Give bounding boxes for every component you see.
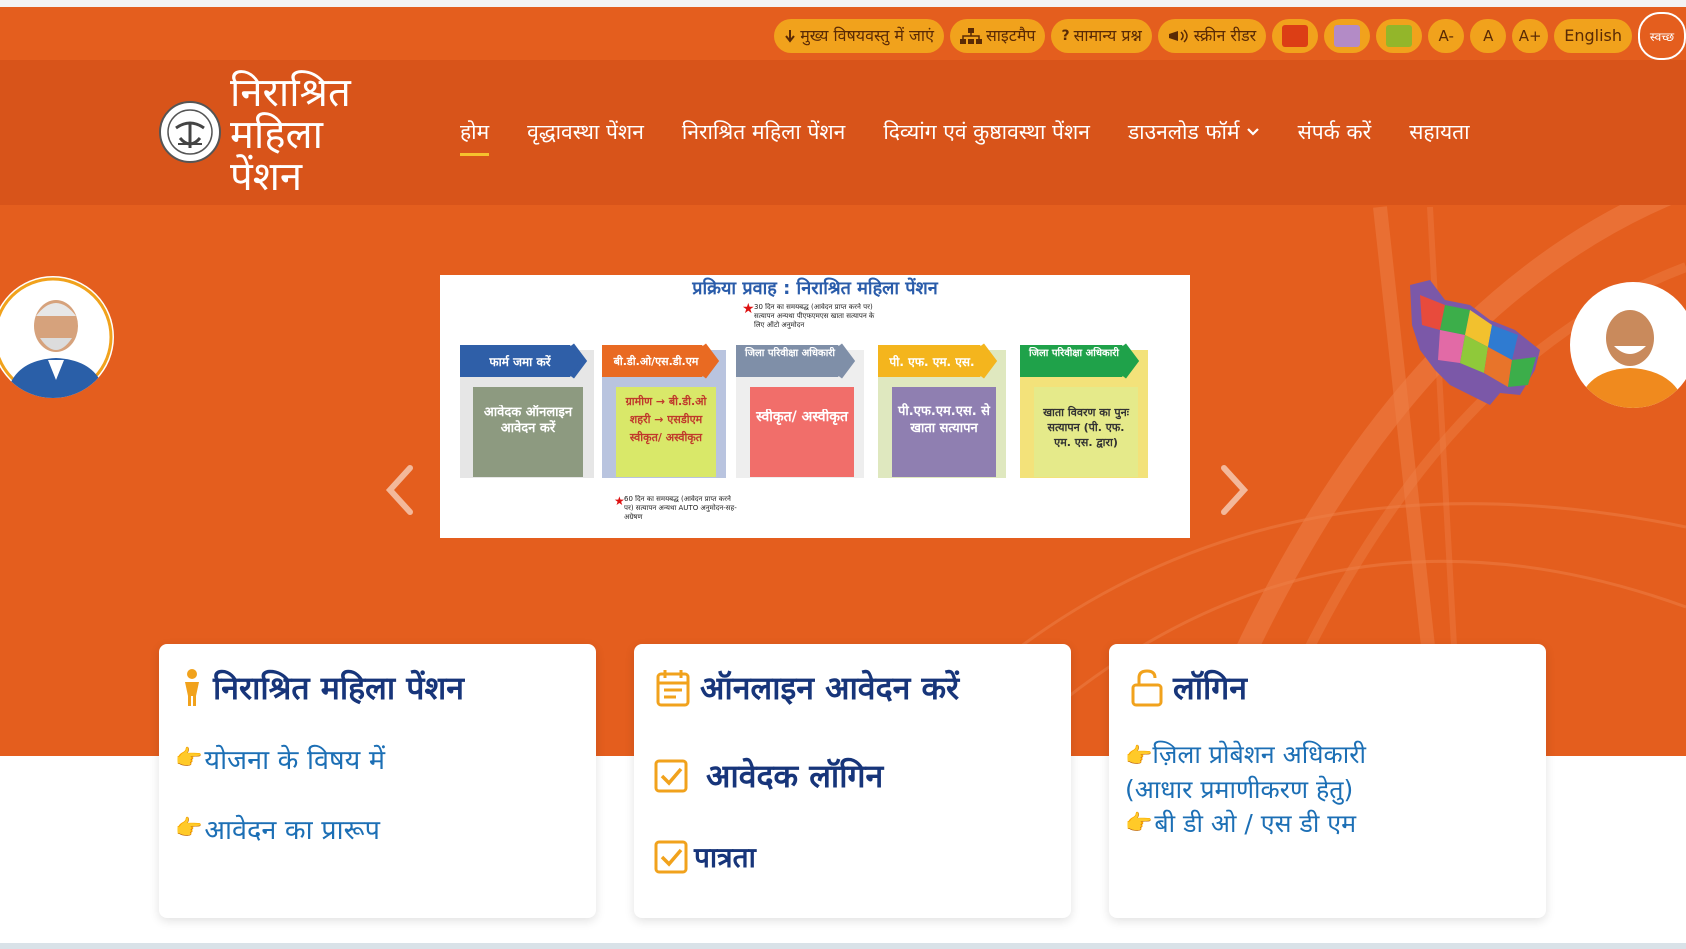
process-flow-graphic: प्रक्रिया प्रवाह : निराश्रित महिला पेंशन… <box>460 277 1148 521</box>
pointing-hand-icon: 👉 <box>175 746 203 771</box>
up-state-map <box>1410 280 1540 405</box>
application-format-label: आवेदन का प्रारूप <box>204 815 380 846</box>
bdo-sdm-login-label: बी डी ओ / एस डी एम <box>1154 809 1357 838</box>
application-format-link[interactable]: 👉 आवेदन का प्रारूप <box>175 810 380 847</box>
sitemap-label: साइटमैप <box>985 26 1036 45</box>
brand-line: निराश्रित <box>230 70 351 116</box>
step-header: पी. एफ. एम. एस. <box>889 355 974 369</box>
checkbox-checked-icon <box>654 759 688 792</box>
nav-women-pension[interactable]: निराश्रित महिला पेंशन <box>682 118 845 146</box>
eligibility-label: पात्रता <box>694 841 756 874</box>
nav-help[interactable]: सहायता <box>1409 118 1469 146</box>
screen-reader-icon <box>1168 29 1188 43</box>
theme-green-button[interactable] <box>1376 19 1423 53</box>
brand-title[interactable]: निराश्रित महिला पेंशन <box>230 72 351 198</box>
login-card: लॉगिन 👉ज़िला प्रोबेशन अधिकारी (आधार प्रम… <box>1109 644 1546 918</box>
dpo-login-link[interactable]: 👉ज़िला प्रोबेशन अधिकारी (आधार प्रमाणीकरण… <box>1125 738 1435 806</box>
nav-download-form[interactable]: डाउनलोड फॉर्म <box>1128 118 1260 146</box>
portrait-image <box>1573 285 1686 408</box>
calendar-icon <box>656 669 690 706</box>
login-card-title: लॉगिन <box>1131 666 1247 709</box>
about-scheme-label: योजना के विषय में <box>204 745 385 776</box>
star-icon: ★ <box>742 301 755 317</box>
dpo-login-label: ज़िला प्रोबेशन अधिकारी (आधार प्रमाणीकरण … <box>1125 740 1366 804</box>
question-icon: ? <box>1061 28 1070 44</box>
slide-note-top: 30 दिन का समयबद्ध (आवेदन प्राप्त करने पर… <box>754 303 874 329</box>
applicant-login-link[interactable]: आवेदक लॉगिन <box>654 754 883 797</box>
nav-contact[interactable]: संपर्क करें <box>1298 118 1372 146</box>
font-normal-button[interactable]: A <box>1470 19 1507 53</box>
online-apply-card-title-text: ऑनलाइन आवेदन करें <box>700 669 960 707</box>
scheme-card-title-text: निराश्रित महिला पेंशन <box>213 669 464 707</box>
main-nav: होम वृद्धावस्था पेंशन निराश्रित महिला पे… <box>460 118 1508 156</box>
carousel-prev-button[interactable] <box>380 460 420 520</box>
bottom-strip <box>0 943 1686 949</box>
font-increase-button[interactable]: A+ <box>1512 19 1549 53</box>
language-button[interactable]: English <box>1554 19 1632 53</box>
applicant-login-label: आवेदक लॉगिन <box>706 757 884 795</box>
online-apply-card-title: ऑनलाइन आवेदन करें <box>656 666 959 709</box>
skip-to-main-button[interactable]: मुख्य विषयवस्तु में जाएं <box>774 19 944 53</box>
faq-label: सामान्य प्रश्न <box>1073 26 1142 45</box>
sitemap-icon <box>959 28 982 44</box>
screen-reader-button[interactable]: स्क्रीन रीडर <box>1157 19 1267 53</box>
cm-portrait <box>1570 282 1686 408</box>
arrow-down-icon <box>785 30 795 43</box>
scheme-card-title: निराश्रित महिला पेंशन <box>181 666 464 709</box>
skip-to-main-label: मुख्य विषयवस्तु में जाएं <box>800 26 934 45</box>
nav-divyang-pension[interactable]: दिव्यांग एवं कुष्ठावस्था पेंशन <box>883 118 1090 146</box>
nav-download-label: डाउनलोड फॉर्म <box>1127 120 1240 144</box>
step-body: स्वीकृत/ अस्वीकृत <box>756 409 848 425</box>
theme-purple-button[interactable] <box>1324 19 1371 53</box>
login-card-title-text: लॉगिन <box>1173 669 1248 707</box>
step-body: ग्रामीण → बी.डी.ओ शहरी → एसडीएम स्वीकृत/… <box>626 395 707 444</box>
chevron-down-icon <box>1246 128 1259 136</box>
theme-swatch <box>1334 25 1361 47</box>
unlock-icon <box>1131 668 1163 706</box>
pointing-hand-icon: 👉 <box>175 816 203 841</box>
step-body: पी.एफ.एम.एस. से खाता सत्यापन <box>898 404 990 436</box>
online-apply-card: ऑनलाइन आवेदन करें आवेदक लॉगिन पात्रता <box>634 644 1071 918</box>
eligibility-link[interactable]: पात्रता <box>654 838 756 876</box>
slide-note-bottom: 60 दिन का समयबद्ध (आवेदन प्राप्त करने पर… <box>624 495 737 521</box>
nav-old-age-pension[interactable]: वृद्धावस्था पेंशन <box>527 118 644 146</box>
step-header: फार्म जमा करें <box>489 355 550 369</box>
woman-icon <box>185 668 199 706</box>
faq-button[interactable]: ? सामान्य प्रश्न <box>1051 19 1152 53</box>
scheme-card: निराश्रित महिला पेंशन 👉 योजना के विषय मे… <box>159 644 596 918</box>
step-body: आवेदक ऑनलाइन आवेदन करें <box>484 405 572 436</box>
pointing-hand-icon: 👉 <box>1125 744 1153 769</box>
nav-home[interactable]: होम <box>460 118 490 156</box>
sitemap-button[interactable]: साइटमैप <box>949 19 1046 53</box>
swachh-logo: स्वच्छ <box>1638 12 1686 60</box>
theme-swatch <box>1386 25 1413 47</box>
brand-line: पेंशन <box>230 154 303 200</box>
theme-red-button[interactable] <box>1272 19 1319 53</box>
carousel-next-button[interactable] <box>1214 460 1254 520</box>
slide-title: प्रक्रिया प्रवाह : निराश्रित महिला पेंशन <box>691 277 938 299</box>
brand-line: महिला <box>230 112 323 158</box>
step-header: जिला परिवीक्षा अधिकारी <box>745 348 835 359</box>
top-strip <box>0 0 1686 7</box>
font-decrease-button[interactable]: A- <box>1428 19 1465 53</box>
step-header: बी.डी.ओ/एस.डी.एम <box>614 355 699 368</box>
process-flow-slide: प्रक्रिया प्रवाह : निराश्रित महिला पेंशन… <box>440 275 1190 538</box>
screen-reader-label: स्क्रीन रीडर <box>1193 26 1257 45</box>
bdo-sdm-login-link[interactable]: 👉 बी डी ओ / एस डी एम <box>1125 806 1356 840</box>
step-header: जिला परिवीक्षा अधिकारी <box>1029 348 1119 359</box>
pointing-hand-icon: 👉 <box>1125 810 1153 836</box>
theme-swatch <box>1282 25 1309 47</box>
swachh-label: स्वच्छ <box>1649 29 1675 44</box>
step-body: खाता विवरण का पुनः सत्यापन (पी. एफ. एम. … <box>1043 406 1129 449</box>
utility-bar: मुख्य विषयवस्तु में जाएं साइटमैप ? सामान… <box>774 12 1686 60</box>
about-scheme-link[interactable]: 👉 योजना के विषय में <box>175 740 385 777</box>
up-emblem-logo[interactable] <box>158 100 222 164</box>
checkbox-checked-icon <box>654 840 688 874</box>
